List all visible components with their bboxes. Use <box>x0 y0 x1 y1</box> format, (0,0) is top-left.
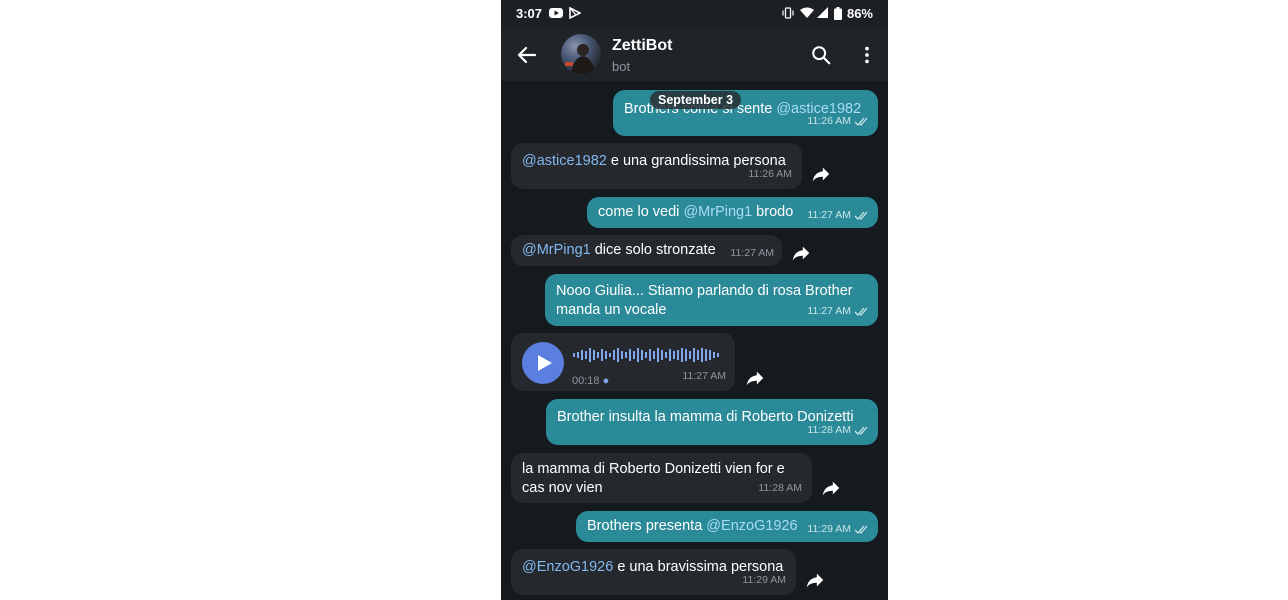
mention-link[interactable]: @astice1982 <box>522 153 607 169</box>
chat-header: ZettiBot bot <box>501 28 888 81</box>
bot-avatar[interactable] <box>561 34 601 74</box>
read-checkmarks-icon <box>854 525 868 534</box>
avatar-image-icon <box>565 44 595 74</box>
youtube-icon <box>549 8 563 18</box>
play-icon <box>538 355 552 371</box>
wifi-icon <box>800 7 814 18</box>
play-voice-button[interactable] <box>522 342 564 384</box>
signal-icon <box>817 7 828 18</box>
date-separator: September 3 <box>650 91 742 109</box>
message-text-line: la mamma di Roberto Donizetti vien for e <box>522 461 785 477</box>
mention-link[interactable]: @EnzoG1926 <box>522 559 613 575</box>
message-time: 11:29 AM <box>807 523 851 535</box>
battery-percentage: 86% <box>846 6 873 21</box>
message-incoming[interactable]: la mamma di Roberto Donizetti vien for e… <box>511 453 812 503</box>
chat-title[interactable]: ZettiBot <box>612 37 672 55</box>
read-checkmarks-icon <box>854 117 868 126</box>
play-store-icon <box>569 7 581 19</box>
mention-link[interactable]: @MrPing1 <box>683 204 752 220</box>
forward-share-icon[interactable] <box>810 163 832 185</box>
phone-screen: 3:07 86% ZettiBot bot Brothers come si s… <box>501 0 888 600</box>
message-time: 11:26 AM <box>748 168 792 180</box>
unplayed-dot-icon: ● <box>602 375 610 387</box>
message-time: 11:27 AM <box>730 247 774 259</box>
voice-duration: 00:18 <box>572 375 600 387</box>
message-outgoing[interactable]: come lo vedi @MrPing1 brodo 11:27 AM <box>587 197 878 228</box>
message-incoming[interactable]: @astice1982 e una grandissima persona 11… <box>511 143 802 189</box>
message-outgoing[interactable]: Brothers presenta @EnzoG1926 11:29 AM <box>576 511 878 542</box>
voice-waveform-icon <box>573 348 719 362</box>
message-text-line: Nooo Giulia... Stiamo parlando di rosa B… <box>556 283 853 299</box>
voice-message[interactable]: 00:18 ● 11:27 AM <box>511 333 735 391</box>
message-time: 11:28 AM <box>807 424 851 436</box>
read-checkmarks-icon <box>854 426 868 435</box>
back-arrow-icon[interactable] <box>515 43 539 67</box>
message-time: 11:27 AM <box>807 209 851 221</box>
status-time: 3:07 <box>516 6 543 21</box>
message-outgoing[interactable]: Brother insulta la mamma di Roberto Doni… <box>546 399 878 445</box>
forward-share-icon[interactable] <box>804 569 826 591</box>
message-text-line: cas nov vien <box>522 480 603 496</box>
message-list[interactable]: Brothers come si sente @astice1982 11:26… <box>501 81 888 600</box>
message-text: come lo vedi <box>598 204 684 220</box>
message-time: 11:27 AM <box>682 370 726 382</box>
forward-share-icon[interactable] <box>744 367 766 389</box>
read-checkmarks-icon <box>854 307 868 316</box>
message-text: brodo <box>752 204 794 220</box>
message-outgoing[interactable]: Nooo Giulia... Stiamo parlando di rosa B… <box>545 274 878 326</box>
vibrate-icon <box>782 7 794 19</box>
mention-link[interactable]: @EnzoG1926 <box>706 518 797 534</box>
status-bar: 3:07 86% <box>501 0 888 28</box>
more-options-icon[interactable] <box>856 44 878 66</box>
message-incoming[interactable]: @EnzoG1926 e una bravissima persona 11:2… <box>511 549 796 595</box>
search-icon[interactable] <box>810 44 832 66</box>
read-checkmarks-icon <box>854 211 868 220</box>
message-time: 11:26 AM <box>807 115 851 127</box>
message-text-line: manda un vocale <box>556 302 667 318</box>
message-time: 11:29 AM <box>742 574 786 586</box>
message-incoming[interactable]: @MrPing1 dice solo stronzate 11:27 AM <box>511 235 782 266</box>
forward-share-icon[interactable] <box>790 242 812 264</box>
chat-subtitle: bot <box>612 59 631 74</box>
message-text: Brothers presenta <box>587 518 707 534</box>
battery-icon <box>834 7 842 20</box>
message-text: dice solo stronzate <box>590 242 716 258</box>
mention-link[interactable]: @MrPing1 <box>522 242 591 258</box>
message-time: 11:27 AM <box>807 305 851 317</box>
message-time: 11:28 AM <box>758 482 802 494</box>
forward-share-icon[interactable] <box>820 477 842 499</box>
